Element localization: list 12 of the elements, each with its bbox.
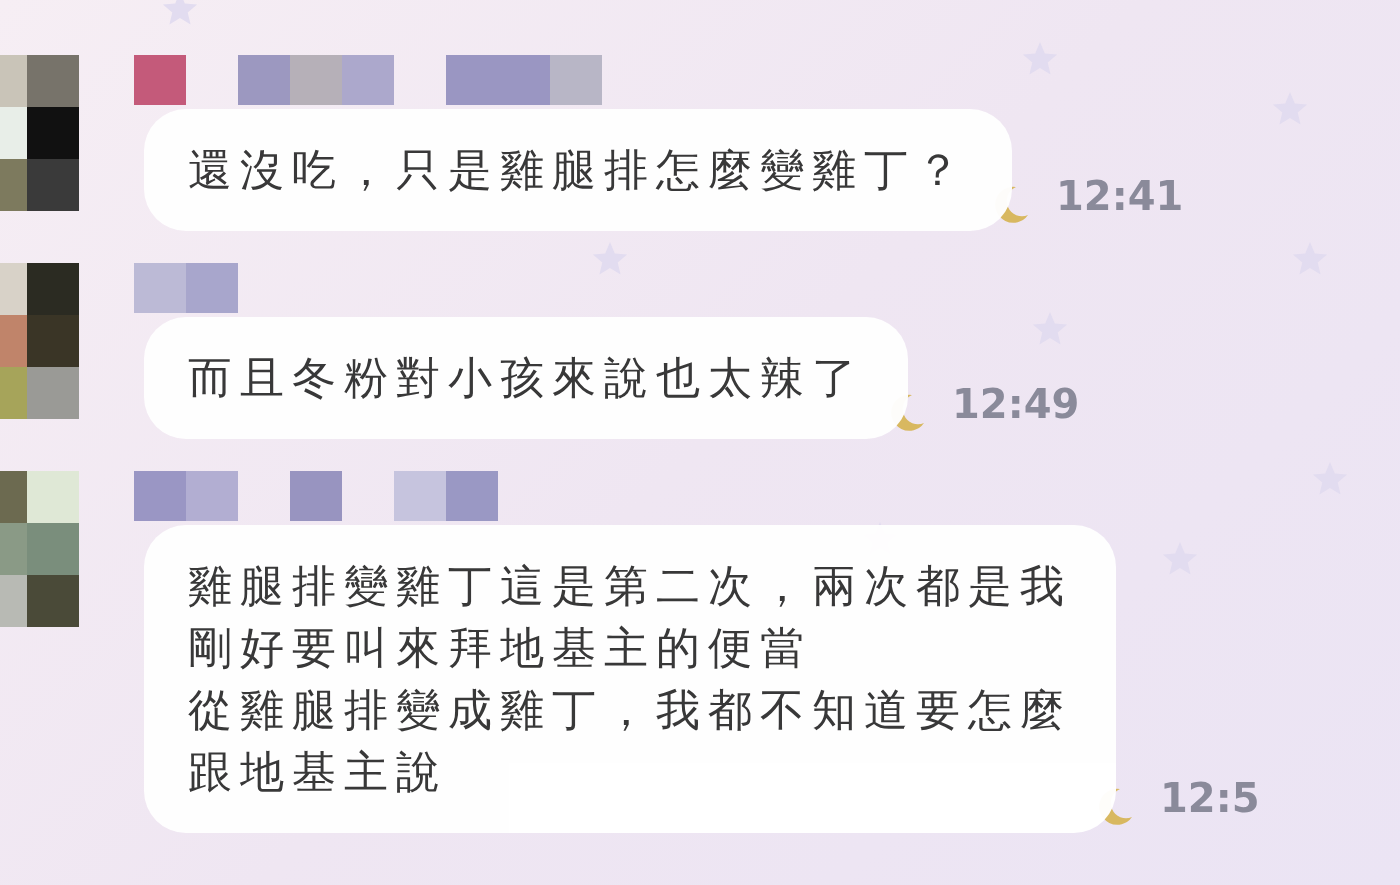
message-text: 跟地基主說	[188, 745, 448, 799]
message-text: 從雞腿排變成雞丁，我都不知道要怎麼	[188, 683, 1072, 737]
message-text: 雞腿排變雞丁這是第二次，兩次都是我	[188, 559, 1072, 613]
pixelated-avatar[interactable]	[0, 55, 79, 211]
message-time: 12:49	[952, 381, 1080, 427]
message-text: 而且冬粉對小孩來說也太辣了	[188, 351, 864, 405]
pixelated-avatar[interactable]	[0, 263, 79, 419]
message-text: 剛好要叫來拜地基主的便當	[188, 621, 812, 675]
message-text: 還沒吃，只是雞腿排怎麼變雞丁？	[188, 143, 968, 197]
pixelated-avatar[interactable]	[0, 471, 79, 627]
message-time: 12:5	[1160, 775, 1260, 821]
message-time: 12:41	[1056, 173, 1184, 219]
